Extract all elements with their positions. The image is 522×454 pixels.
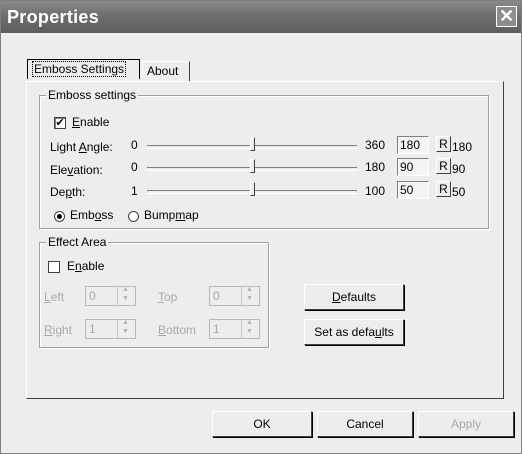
elevation-min: 0 <box>131 160 138 174</box>
effect-enable-label: Enable <box>67 259 105 273</box>
close-icon: ✕ <box>498 6 515 26</box>
elevation-reset-button[interactable]: R <box>436 158 451 174</box>
depth-readout: 50 <box>452 185 466 199</box>
tab-about[interactable]: About <box>142 61 190 81</box>
spin-arrows-icon[interactable] <box>117 319 135 338</box>
right-label: Right <box>44 323 73 337</box>
close-button[interactable]: ✕ <box>496 6 517 27</box>
bottom-value: 1 <box>213 322 220 336</box>
set-as-defaults-button[interactable]: Set as defaults <box>304 319 404 345</box>
cancel-button[interactable]: Cancel <box>317 411 413 437</box>
defaults-button[interactable]: Defaults <box>304 284 404 310</box>
depth-min: 1 <box>131 184 138 198</box>
elevation-readout: 90 <box>452 162 466 176</box>
light-angle-readout: 180 <box>452 140 473 154</box>
bottom-spinner[interactable]: 1 <box>209 319 260 339</box>
effect-area-group: Effect Area Enable Left 0 Top 0 Right 1 … <box>39 235 269 348</box>
tab-about-label: About <box>147 64 179 78</box>
elevation-max: 180 <box>365 160 386 174</box>
tab-emboss-settings[interactable]: Emboss Settings <box>27 59 140 79</box>
top-label: Top <box>158 290 178 304</box>
tab-panel: Emboss settings ✔ Enable Light Angle: 0 … <box>26 81 504 399</box>
elevation-label: Elevation: <box>50 163 103 177</box>
right-spinner[interactable]: 1 <box>85 319 136 339</box>
emboss-settings-group: Emboss settings ✔ Enable Light Angle: 0 … <box>39 88 489 229</box>
left-label: Left <box>44 290 65 304</box>
effect-area-group-title: Effect Area <box>46 235 109 249</box>
properties-dialog: Properties ✕ Emboss Settings About Embos… <box>0 0 522 454</box>
spin-arrows-icon[interactable] <box>241 286 259 305</box>
elevation-slider-thumb[interactable] <box>250 159 255 173</box>
depth-field[interactable]: 50 <box>397 181 429 199</box>
emboss-radio[interactable] <box>54 211 65 222</box>
depth-max: 100 <box>365 184 386 198</box>
top-spinner[interactable]: 0 <box>209 286 260 306</box>
emboss-radio-label: Emboss <box>70 208 114 222</box>
emboss-enable-checkbox[interactable]: ✔ <box>54 117 66 129</box>
light-angle-min: 0 <box>131 138 138 152</box>
light-angle-reset-button[interactable]: R <box>436 136 451 152</box>
bumpmap-radio[interactable] <box>128 211 139 222</box>
left-value: 0 <box>89 289 96 303</box>
light-angle-label: Light Angle: <box>50 140 113 154</box>
right-value: 1 <box>89 322 96 336</box>
emboss-enable-label: Enable <box>72 115 110 129</box>
spin-arrows-icon[interactable] <box>117 286 135 305</box>
bottom-label: Bottom <box>158 323 197 337</box>
top-value: 0 <box>213 289 220 303</box>
title-bar[interactable]: Properties ✕ <box>1 1 521 33</box>
effect-enable-checkbox[interactable] <box>48 261 60 273</box>
check-icon: ✔ <box>55 117 65 129</box>
depth-label: Depth: <box>50 185 86 199</box>
tab-emboss-settings-label: Emboss Settings <box>32 61 127 77</box>
bumpmap-radio-label: Bumpmap <box>144 208 199 222</box>
depth-slider-thumb[interactable] <box>250 182 255 196</box>
light-angle-field[interactable]: 180 <box>397 136 429 154</box>
elevation-field[interactable]: 90 <box>397 158 429 176</box>
left-spinner[interactable]: 0 <box>85 286 136 306</box>
depth-reset-button[interactable]: R <box>436 181 451 197</box>
spin-arrows-icon[interactable] <box>241 319 259 338</box>
ok-button[interactable]: OK <box>212 411 312 437</box>
light-angle-max: 360 <box>365 138 386 152</box>
window-title: Properties <box>7 7 100 27</box>
apply-button[interactable]: Apply <box>418 411 514 437</box>
light-angle-slider-thumb[interactable] <box>250 137 255 151</box>
emboss-settings-group-title: Emboss settings <box>46 88 139 102</box>
